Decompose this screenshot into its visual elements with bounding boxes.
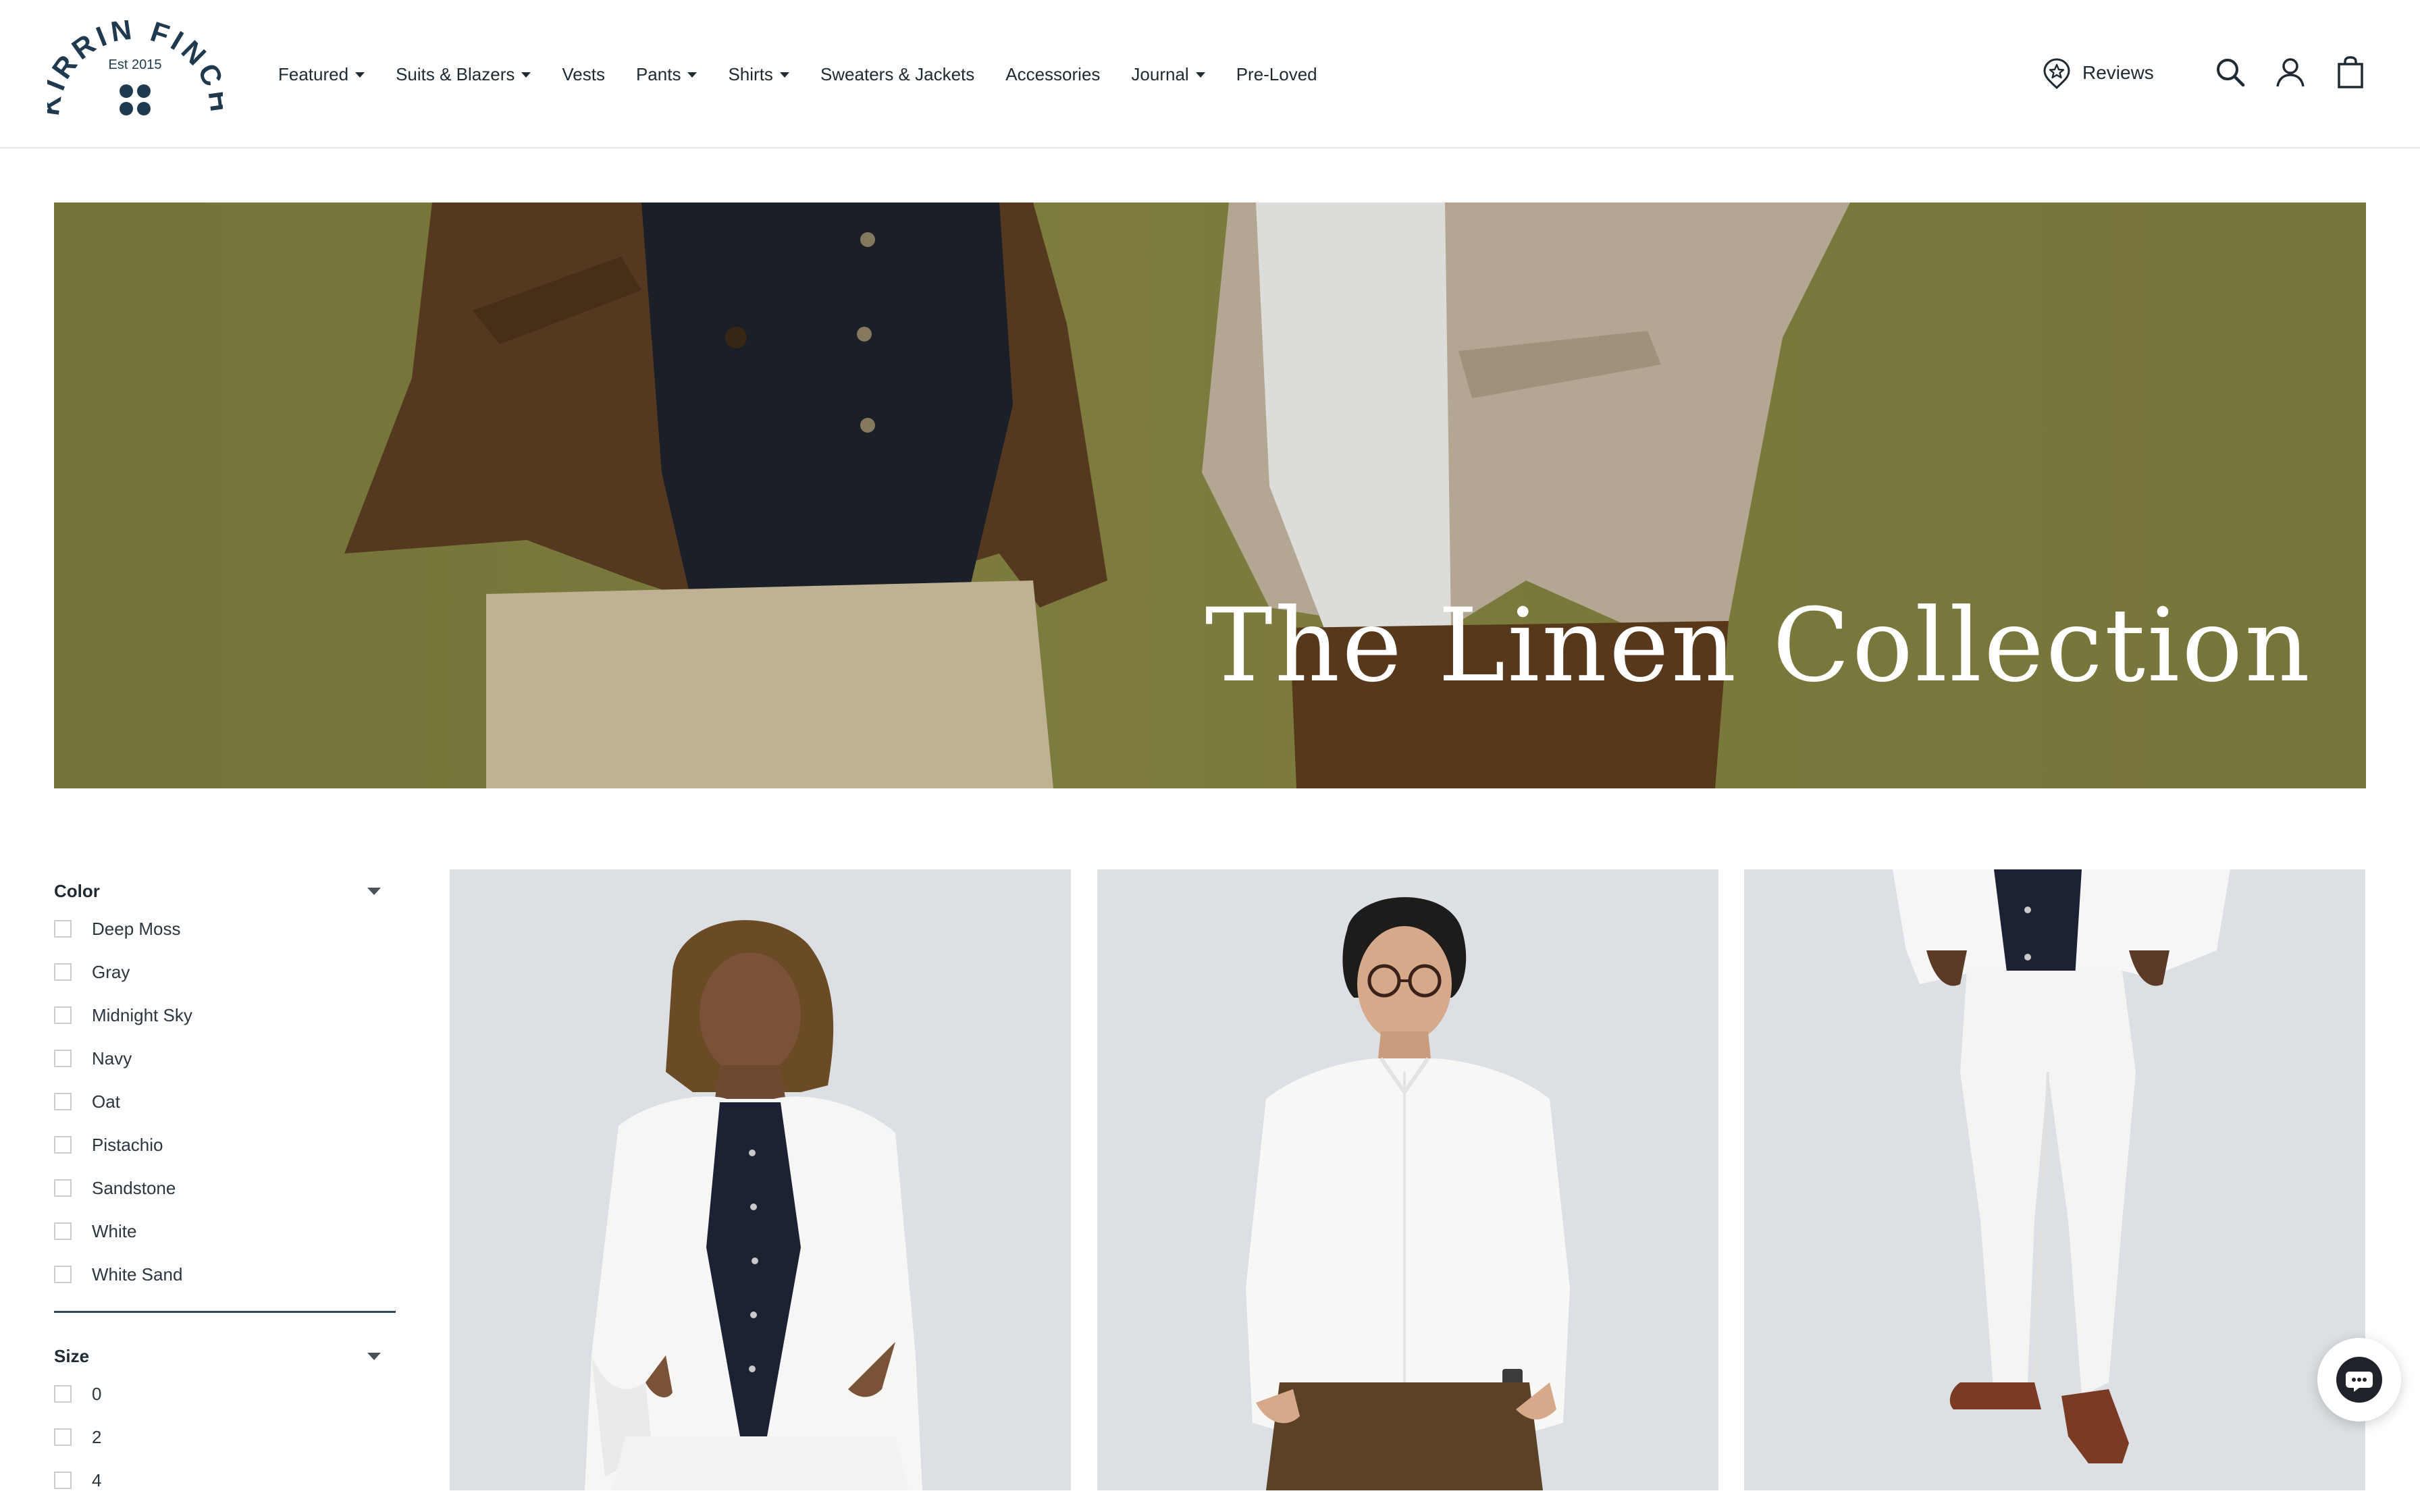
filter-option-size[interactable]: 4 xyxy=(54,1459,396,1502)
nav-label: Shirts xyxy=(728,63,773,84)
chevron-down-icon xyxy=(779,72,789,78)
checkbox[interactable] xyxy=(54,1428,72,1446)
hero-banner: The Linen Collection xyxy=(54,202,2366,788)
chevron-down-icon xyxy=(521,72,531,78)
option-label: Sandstone xyxy=(92,1177,176,1198)
cart-icon[interactable] xyxy=(2334,55,2367,89)
nav-pants[interactable]: Pants xyxy=(636,64,698,85)
nav-featured[interactable]: Featured xyxy=(278,64,365,85)
checkbox[interactable] xyxy=(54,1385,72,1403)
logo-est: Est 2015 xyxy=(109,57,162,72)
nav-suits-blazers[interactable]: Suits & Blazers xyxy=(396,64,531,85)
option-label: Oat xyxy=(92,1091,120,1112)
chevron-down-icon xyxy=(367,1352,381,1360)
filter-option-color[interactable]: Oat xyxy=(54,1080,396,1123)
option-label: 4 xyxy=(92,1469,102,1490)
filter-color-toggle[interactable]: Color xyxy=(54,878,396,905)
chevron-down-icon xyxy=(355,72,365,78)
nav-vests[interactable]: Vests xyxy=(562,64,605,85)
filter-option-color[interactable]: White Sand xyxy=(54,1253,396,1296)
nav-label: Accessories xyxy=(1005,63,1101,84)
account-icon[interactable] xyxy=(2273,55,2307,89)
filter-option-size[interactable]: 0 xyxy=(54,1372,396,1415)
checkbox[interactable] xyxy=(54,1093,72,1110)
nav-label: Vests xyxy=(562,63,605,84)
reviews-link[interactable]: Reviews xyxy=(2042,57,2154,89)
option-label: Pistachio xyxy=(92,1134,163,1155)
nav-label: Sweaters & Jackets xyxy=(820,63,975,84)
checkbox[interactable] xyxy=(54,1006,72,1024)
option-label: Gray xyxy=(92,961,130,982)
option-label: 0 xyxy=(92,1383,102,1404)
filter-option-color[interactable]: Pistachio xyxy=(54,1123,396,1166)
checkbox[interactable] xyxy=(54,963,72,981)
nav-accessories[interactable]: Accessories xyxy=(1005,64,1100,85)
nav-label: Suits & Blazers xyxy=(396,63,515,84)
nav-sweaters-jackets[interactable]: Sweaters & Jackets xyxy=(820,64,974,85)
nav-label: Pre-Loved xyxy=(1236,63,1317,84)
chevron-down-icon xyxy=(1195,72,1205,78)
filter-option-color[interactable]: Sandstone xyxy=(54,1166,396,1210)
product-image xyxy=(1744,869,2365,1490)
chat-launcher-button[interactable] xyxy=(2317,1338,2401,1422)
filter-size-label: Size xyxy=(54,1345,90,1366)
chevron-down-icon xyxy=(687,72,698,78)
checkbox[interactable] xyxy=(54,1472,72,1489)
reviews-badge-icon xyxy=(2043,58,2070,89)
product-image xyxy=(1097,869,1718,1490)
nav-label: Featured xyxy=(278,63,349,84)
product-card[interactable] xyxy=(450,869,1071,1490)
search-icon[interactable] xyxy=(2213,55,2247,89)
checkbox[interactable] xyxy=(54,920,72,938)
nav-pre-loved[interactable]: Pre-Loved xyxy=(1236,64,1317,85)
main-nav: Featured Suits & Blazers Vests Pants Shi… xyxy=(278,61,1348,88)
filter-color-label: Color xyxy=(54,880,100,901)
nav-label: Journal xyxy=(1131,63,1189,84)
filter-sidebar: Color Deep Moss Gray Midnight Sky Navy O… xyxy=(54,878,396,1502)
option-label: Midnight Sky xyxy=(92,1004,192,1025)
filter-option-color[interactable]: Navy xyxy=(54,1037,396,1080)
option-label: 2 xyxy=(92,1426,102,1447)
nav-label: Pants xyxy=(635,63,681,84)
filter-option-color[interactable]: White xyxy=(54,1210,396,1253)
checkbox[interactable] xyxy=(54,1179,72,1197)
reviews-label: Reviews xyxy=(2082,62,2154,83)
filter-option-color[interactable]: Deep Moss xyxy=(54,907,396,950)
option-label: Deep Moss xyxy=(92,918,181,939)
site-header: KIRRIN FINCH Est 2015 Featured Suits & B… xyxy=(0,0,2420,148)
option-label: White xyxy=(92,1220,137,1241)
product-card[interactable] xyxy=(1097,869,1718,1490)
filter-option-color[interactable]: Gray xyxy=(54,950,396,994)
nav-shirts[interactable]: Shirts xyxy=(728,64,789,85)
filter-size-toggle[interactable]: Size xyxy=(54,1343,396,1370)
product-card[interactable] xyxy=(1744,869,2365,1490)
filter-option-color[interactable]: Midnight Sky xyxy=(54,994,396,1037)
chat-bubble-icon xyxy=(2336,1357,2382,1403)
chevron-down-icon xyxy=(367,887,381,895)
kirrin-finch-logo[interactable]: KIRRIN FINCH Est 2015 xyxy=(47,20,223,122)
checkbox[interactable] xyxy=(54,1222,72,1240)
option-label: Navy xyxy=(92,1048,132,1069)
option-label: White Sand xyxy=(92,1264,183,1285)
filter-divider xyxy=(54,1311,396,1313)
filter-option-size[interactable]: 2 xyxy=(54,1415,396,1459)
checkbox[interactable] xyxy=(54,1266,72,1283)
checkbox[interactable] xyxy=(54,1136,72,1154)
nav-journal[interactable]: Journal xyxy=(1131,64,1205,85)
product-image xyxy=(450,869,1071,1490)
hero-title: The Linen Collection xyxy=(1205,587,2312,705)
checkbox[interactable] xyxy=(54,1050,72,1067)
